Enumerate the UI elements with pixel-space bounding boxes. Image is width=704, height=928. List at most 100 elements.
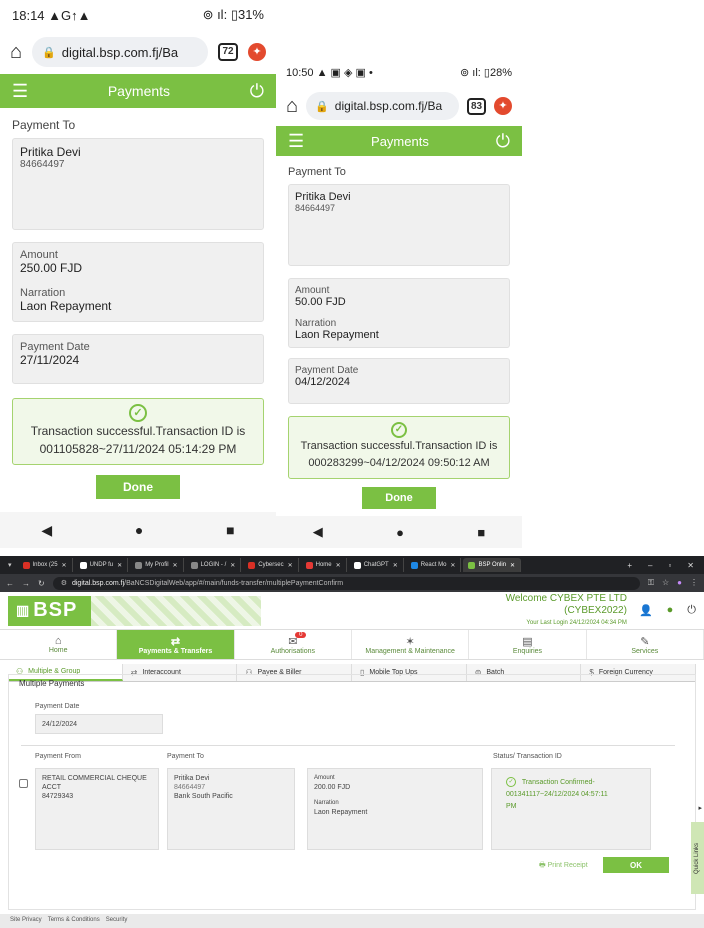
url-bar[interactable]: 🔒 digital.bsp.com.fj/Ba — [306, 92, 459, 120]
nav-item-payments-transfers[interactable]: ⇄ Payments & Transfers — [117, 630, 235, 659]
bsp-logo[interactable]: ▥ BSP — [8, 595, 92, 626]
tab-favicon-icon — [135, 561, 143, 569]
date-value: 27/11/2024 — [20, 353, 80, 367]
profile-icon[interactable]: ● — [677, 578, 682, 588]
more-icon[interactable]: ⋮ — [690, 578, 698, 588]
browser-tab[interactable]: React Mo ✕ — [406, 558, 462, 572]
tab-close-icon[interactable]: ✕ — [450, 562, 455, 569]
extension-icon[interactable]: ✦ — [494, 97, 512, 115]
browser-tab[interactable]: ChatGPT ✕ — [349, 558, 404, 572]
print-receipt-link[interactable]: 🖶 Print Receipt — [539, 861, 588, 872]
browser-tab[interactable]: Home ✕ — [301, 558, 347, 572]
header-pattern — [91, 595, 262, 626]
tab-close-icon[interactable]: ✕ — [336, 562, 341, 569]
narration-value: Laon Repayment — [314, 809, 368, 816]
footer: Site Privacy Terms & Conditions Security — [0, 914, 704, 928]
address-bar[interactable]: ⚙ digital.bsp.com.fj/BaNCSDigitalWeb/app… — [52, 576, 640, 590]
amount-label: Amount — [295, 285, 330, 296]
back-arrow-icon[interactable]: ← — [6, 579, 14, 588]
to-account: 84664497 — [174, 784, 206, 791]
user-icon[interactable]: 👤 — [639, 604, 653, 617]
home-circle-icon[interactable]: ● — [396, 525, 404, 540]
tab-close-icon[interactable]: ✕ — [62, 562, 67, 569]
recents-icon[interactable]: ■ — [477, 525, 485, 540]
logout-power-icon[interactable]: ⏻ — [687, 604, 696, 617]
success-line-1: Transaction successful.Transaction ID is — [300, 440, 498, 452]
tab-close-icon[interactable]: ✕ — [510, 562, 515, 569]
quick-links-tab[interactable]: Quick Links — [691, 822, 704, 894]
amount-card: Amount 250.00 FJD Narration Laon Repayme… — [12, 242, 264, 322]
tab-close-icon[interactable]: ✕ — [393, 562, 398, 569]
nav-label: Payments & Transfers — [138, 648, 213, 655]
browser-tab[interactable]: UNDP fu ✕ — [75, 558, 129, 572]
tab-close-icon[interactable]: ✕ — [288, 562, 293, 569]
narration-value: Laon Repayment — [20, 299, 112, 313]
tab-close-icon[interactable]: ✕ — [230, 562, 235, 569]
hamburger-menu-icon[interactable]: ☰ — [288, 131, 304, 152]
payee-name: Pritika Devi — [20, 145, 81, 159]
ok-button[interactable]: OK — [603, 857, 669, 873]
quick-links-arrow-icon[interactable]: ▸ — [698, 804, 702, 812]
tab-count-button[interactable]: 83 — [467, 97, 486, 115]
welcome-name: Welcome CYBEX PTE LTD — [505, 592, 627, 604]
done-button[interactable]: Done — [362, 487, 436, 509]
row-checkbox[interactable] — [19, 779, 28, 788]
amount-value: 250.00 FJD — [20, 261, 83, 275]
app-header: ☰ Payments ⏻ — [276, 126, 522, 156]
tab-close-icon[interactable]: ✕ — [173, 562, 178, 569]
date-card: Payment Date 27/11/2024 — [12, 334, 264, 384]
tab-count-button[interactable]: 72 — [218, 43, 238, 61]
hamburger-menu-icon[interactable]: ☰ — [12, 81, 28, 102]
power-icon[interactable]: ⏻ — [250, 81, 264, 102]
back-icon[interactable]: ◀ — [313, 524, 323, 540]
amount-value: 200.00 FJD — [314, 784, 351, 791]
tab-label: UNDP fu — [89, 562, 114, 568]
reload-icon[interactable]: ↻ — [38, 579, 45, 588]
extension-icon[interactable]: ✦ — [248, 43, 266, 61]
tab-label: Home — [315, 562, 332, 568]
new-tab-icon[interactable]: + — [627, 561, 632, 570]
browser-tab[interactable]: LOGIN - / ✕ — [186, 558, 242, 572]
nav-item-home[interactable]: ⌂ Home — [0, 630, 118, 659]
recents-icon[interactable]: ■ — [226, 522, 234, 538]
tab-close-icon[interactable]: ✕ — [117, 562, 122, 569]
home-icon[interactable]: ⌂ — [286, 95, 298, 118]
home-circle-icon[interactable]: ● — [135, 522, 143, 538]
star-icon[interactable]: ☆ — [662, 578, 669, 588]
forward-arrow-icon[interactable]: → — [22, 579, 30, 588]
tab-favicon-icon — [353, 561, 361, 569]
url-bar[interactable]: 🔒 digital.bsp.com.fj/Ba — [32, 37, 208, 67]
welcome-id: (CYBEX2022) — [564, 604, 627, 616]
browser-tab[interactable]: Cybersec ✕ — [243, 558, 299, 572]
home-icon[interactable]: ⌂ — [10, 41, 22, 64]
nav-item-authorisations[interactable]: ✉ Authorisations 0 — [235, 630, 352, 659]
tab-label: React Mo — [420, 562, 447, 568]
back-icon[interactable]: ◀ — [41, 522, 52, 539]
power-icon[interactable]: ⏻ — [496, 131, 510, 152]
nav-icon: ✶ — [405, 636, 415, 648]
key-icon[interactable]: ⚿ — [648, 578, 654, 588]
tab-label: Cybersec — [258, 562, 284, 568]
success-message: ✓ Transaction successful.Transaction ID … — [288, 416, 510, 479]
tab-favicon-icon — [190, 561, 198, 569]
check-circle-icon: ✓ — [129, 404, 147, 422]
footer-link[interactable]: Terms & Conditions — [48, 917, 100, 925]
close-window-icon[interactable]: ✕ — [687, 561, 694, 570]
chat-icon[interactable]: ● — [667, 604, 674, 617]
nav-item-enquiries[interactable]: ▤ Enquiries — [469, 630, 587, 659]
browser-tab[interactable]: My Profil ✕ — [130, 558, 184, 572]
to-name: Pritika Devi — [174, 775, 210, 782]
minimize-icon[interactable]: – — [648, 561, 652, 570]
tab-search-icon[interactable]: ▾ — [4, 561, 16, 569]
lock-icon: 🔒 — [315, 100, 329, 113]
footer-link[interactable]: Security — [106, 917, 128, 925]
check-circle-icon: ✓ — [391, 422, 407, 438]
maximize-icon[interactable]: ▫ — [668, 561, 671, 570]
nav-item-management-maintenance[interactable]: ✶ Management & Maintenance — [352, 630, 470, 659]
footer-link[interactable]: Site Privacy — [10, 917, 42, 925]
nav-icon: ✉ — [288, 636, 298, 648]
nav-item-services[interactable]: ✎ Services — [587, 630, 704, 659]
browser-tab[interactable]: BSP Onlin ✕ — [463, 558, 522, 572]
done-button[interactable]: Done — [96, 475, 180, 499]
browser-tab[interactable]: Inbox (25 ✕ — [18, 558, 73, 572]
